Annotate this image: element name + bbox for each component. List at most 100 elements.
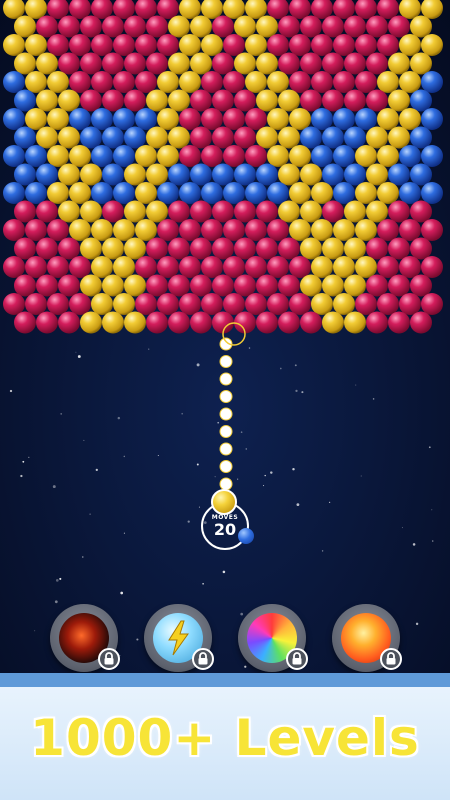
star <box>181 412 184 415</box>
bubble-pink <box>388 237 410 260</box>
aim-dot <box>219 355 233 368</box>
bubble-gold <box>25 71 47 93</box>
bubble-pink <box>267 256 289 278</box>
bubble-gold <box>146 89 168 112</box>
bubble-pink <box>25 293 47 315</box>
bubble-gold <box>80 200 102 223</box>
bubble-gold <box>245 71 267 93</box>
bubble-pink <box>223 108 245 130</box>
star <box>217 421 220 424</box>
bubble-gold <box>289 108 311 130</box>
bubble-pink <box>245 145 267 167</box>
bubble-blue <box>344 126 366 149</box>
bubble-pink <box>58 15 80 38</box>
bubble-pink <box>366 15 388 38</box>
bubble-gold <box>190 52 212 75</box>
bubble-blue <box>3 108 25 130</box>
bubble-pink <box>355 71 377 93</box>
star <box>196 463 199 466</box>
aim-dot <box>219 460 233 473</box>
booster-rainbow[interactable] <box>238 604 308 672</box>
bubble-pink <box>410 200 432 223</box>
bubble-gold <box>366 200 388 223</box>
star <box>360 475 362 477</box>
bubble-gold <box>124 311 146 334</box>
star <box>59 577 62 580</box>
bubble-pink <box>311 34 333 56</box>
bubble-pink <box>58 311 80 334</box>
bubble-gold <box>14 15 36 38</box>
bubble-gold <box>388 89 410 112</box>
bubble-pink <box>278 311 300 334</box>
bubble-pink <box>223 256 245 278</box>
bubble-gold <box>388 52 410 75</box>
star <box>82 556 84 558</box>
star <box>237 478 239 480</box>
bubble-pink <box>256 274 278 297</box>
bubble-blue <box>201 182 223 204</box>
bubble-blue <box>399 182 421 204</box>
aim-dot <box>219 407 233 421</box>
bubble-gold <box>25 108 47 130</box>
bubble-blue <box>421 182 443 204</box>
bubble-pink <box>212 126 234 149</box>
star <box>279 367 282 370</box>
bubble-pink <box>190 89 212 112</box>
bubble-pink <box>245 293 267 315</box>
bubble-blue <box>322 163 344 186</box>
bubble-pink <box>344 15 366 38</box>
bubble-pink <box>256 200 278 223</box>
bubble-pink <box>344 89 366 112</box>
bubble-pink <box>168 237 190 260</box>
bubble-gold <box>91 219 113 241</box>
bubble-blue <box>168 163 190 186</box>
bubble-gold <box>102 274 124 297</box>
bubble-blue <box>410 163 432 186</box>
bubble-gold <box>69 182 91 204</box>
bubble-gold <box>234 52 256 75</box>
lock-icon <box>98 648 120 670</box>
booster-fire[interactable] <box>332 604 402 672</box>
bubble-pink <box>80 52 102 75</box>
bubble-pink <box>102 89 124 112</box>
bubble-pink <box>366 274 388 297</box>
star <box>428 446 431 449</box>
bubble-pink <box>212 15 234 38</box>
star <box>292 467 295 471</box>
bubble-pink <box>410 237 432 260</box>
bubble-board[interactable] <box>0 0 450 680</box>
next-ball[interactable] <box>238 528 254 544</box>
booster-bomb[interactable] <box>50 604 120 672</box>
bubble-gold <box>421 34 443 56</box>
bubble-gold <box>135 182 157 204</box>
bubble-gold <box>256 126 278 149</box>
banner-stripe <box>0 673 450 687</box>
bubble-gold <box>47 108 69 130</box>
bubble-pink <box>300 89 322 112</box>
bubble-gold <box>289 219 311 241</box>
aim-dot <box>219 372 233 386</box>
bubble-gold <box>344 200 366 223</box>
bubble-pink <box>278 15 300 38</box>
booster-lightning[interactable] <box>144 604 214 672</box>
star <box>214 476 216 478</box>
bubble-pink <box>179 108 201 130</box>
bubble-blue <box>190 163 212 186</box>
bubble-pink <box>58 237 80 260</box>
bubble-pink <box>267 34 289 56</box>
bubble-gold <box>135 219 157 241</box>
bubble-pink <box>157 256 179 278</box>
shooter-ball[interactable] <box>211 489 237 515</box>
bubble-gold <box>377 182 399 204</box>
star <box>222 570 226 574</box>
star <box>415 622 419 626</box>
star <box>244 665 247 668</box>
bubble-pink <box>190 200 212 223</box>
bubble-pink <box>36 200 58 223</box>
bubble-pink <box>234 200 256 223</box>
bubble-gold <box>399 34 421 56</box>
bubble-gold <box>300 163 322 186</box>
bubble-pink <box>36 274 58 297</box>
bubble-pink <box>377 293 399 315</box>
bubble-pink <box>234 126 256 149</box>
